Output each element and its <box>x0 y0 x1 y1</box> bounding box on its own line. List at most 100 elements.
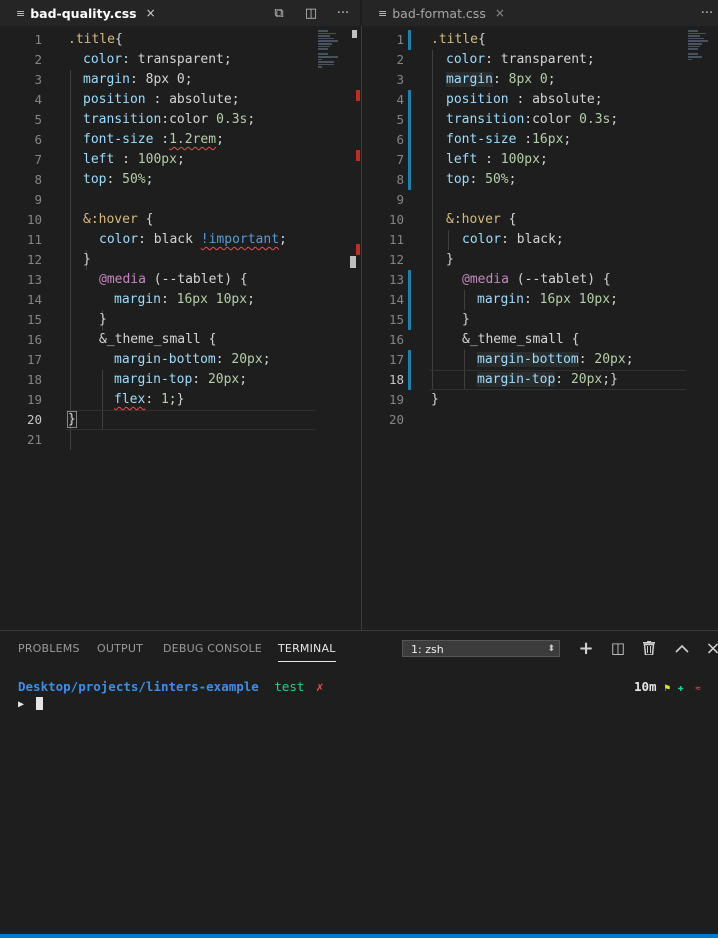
code-token: 50% <box>485 172 509 187</box>
line-number: 16 <box>388 332 404 347</box>
more-actions-icon[interactable]: ··· <box>334 4 352 22</box>
code-token: : <box>160 292 177 307</box>
code-token: : <box>477 152 501 167</box>
code-line-14: margin: 16px 10px; <box>114 290 255 310</box>
git-change-marker <box>408 270 411 330</box>
code-line-1: .title{ <box>431 30 486 50</box>
line-number: 21 <box>26 432 42 447</box>
code-token: position <box>446 92 509 107</box>
terminal-output[interactable]: Desktop/projects/linters-example test ✗ … <box>18 679 324 711</box>
indent-guide <box>464 290 465 310</box>
close-panel-icon[interactable]: × <box>704 638 718 659</box>
code-token: : absolute; <box>508 92 603 107</box>
line-number: 9 <box>34 192 42 207</box>
scrollbar-thumb[interactable] <box>352 30 357 38</box>
tab-terminal[interactable]: TERMINAL <box>278 642 336 662</box>
code-token: { <box>477 32 486 47</box>
terminal-dirty-mark: ✗ <box>316 679 324 694</box>
code-token: margin <box>446 72 493 87</box>
line-number: 1 <box>396 32 404 47</box>
line-number: 14 <box>26 292 42 307</box>
code-line-19: flex: 1;} <box>114 390 184 410</box>
split-terminal-icon[interactable]: ◫ <box>609 639 627 657</box>
line-number: 18 <box>388 372 404 387</box>
maximize-panel-icon[interactable] <box>673 639 691 657</box>
terminal-select-value: 1: zsh <box>411 643 444 656</box>
code-token: margin <box>477 292 524 307</box>
close-icon[interactable]: × <box>146 6 156 20</box>
close-icon[interactable]: × <box>495 6 505 20</box>
code-line-8: top: 50%; <box>83 170 153 190</box>
tab-bad-format[interactable]: ≡ bad-format.css × <box>378 0 505 26</box>
line-number: 8 <box>34 172 42 187</box>
code-token: } <box>431 392 439 407</box>
tab-label: bad-quality.css <box>30 5 137 21</box>
line-number: 18 <box>26 372 42 387</box>
code-token: margin-top <box>477 372 556 387</box>
split-editor-icon[interactable]: ◫ <box>302 4 320 22</box>
minimap[interactable] <box>318 30 342 70</box>
more-actions-icon[interactable]: ··· <box>698 4 716 22</box>
code-token: : <box>106 172 123 187</box>
code-token: :color <box>161 112 217 127</box>
bottom-panel: PROBLEMS OUTPUT DEBUG CONSOLE TERMINAL 1… <box>0 630 718 935</box>
code-token: : <box>555 372 571 387</box>
minimap[interactable] <box>688 30 712 70</box>
terminal-select[interactable]: 1: zsh ⬍ <box>402 640 560 657</box>
line-number: 12 <box>26 252 42 267</box>
git-change-marker <box>408 30 411 50</box>
tab-bad-quality[interactable]: ≡ bad-quality.css × <box>16 0 156 26</box>
code-line-1: .title{ <box>68 30 123 50</box>
code-token: top <box>83 172 107 187</box>
code-token: (--tablet) { <box>508 272 611 287</box>
code-token: 100px <box>500 152 540 167</box>
git-change-marker <box>408 350 411 390</box>
code-token: : black <box>138 232 201 247</box>
code-line-18: margin-top: 20px; <box>114 370 247 390</box>
code-line-17: margin-bottom: 20px; <box>114 350 271 370</box>
scrollbar-thumb[interactable] <box>350 256 356 268</box>
line-number: 20 <box>26 412 42 427</box>
code-token: { <box>500 212 517 227</box>
file-lines-icon: ≡ <box>16 6 26 20</box>
code-token: transition <box>83 112 162 127</box>
code-token: : <box>516 132 533 147</box>
left-editor[interactable]: 1 2 3 4 5 6 7 8 9 10 11 12 13 14 15 16 17 18 19 20 21 .title… <box>0 26 360 630</box>
tab-debug-console[interactable]: DEBUG CONSOLE <box>163 642 262 655</box>
code-token: ; <box>239 372 248 387</box>
open-changes-icon[interactable]: ⧉ <box>270 4 288 22</box>
code-token: : <box>215 352 232 367</box>
code-token: 20px <box>594 352 626 367</box>
new-terminal-icon[interactable]: + <box>577 638 595 659</box>
line-number: 10 <box>26 212 42 227</box>
code-token: top <box>446 172 470 187</box>
code-token: margin-top <box>114 372 193 387</box>
lint-error-token[interactable]: !important <box>201 232 279 247</box>
code-line-11: color: black; <box>462 230 564 250</box>
code-token: ; <box>563 132 572 147</box>
code-token: 1 <box>160 392 169 407</box>
code-token: font-size <box>446 132 517 147</box>
code-token: 16px 10px <box>539 292 611 307</box>
line-number: 20 <box>388 412 404 427</box>
plus-icon: ✚ <box>677 683 684 694</box>
line-number: 7 <box>396 152 404 167</box>
code-token: : black; <box>501 232 564 247</box>
line-number: 3 <box>34 72 42 87</box>
trash-icon[interactable] <box>640 639 658 657</box>
error-marker <box>356 244 360 255</box>
lint-error-token[interactable]: flex <box>114 392 145 407</box>
line-number: 15 <box>26 312 42 327</box>
line-number: 16 <box>26 332 42 347</box>
code-token: (--tablet) { <box>145 272 248 287</box>
tab-problems[interactable]: PROBLEMS <box>18 642 80 655</box>
code-token: ; <box>216 132 224 147</box>
code-token: { <box>200 332 217 347</box>
terminal-prompt-line: Desktop/projects/linters-example test ✗ <box>18 679 324 695</box>
tab-output[interactable]: OUTPUT <box>97 642 143 655</box>
code-line-15: } <box>99 310 107 330</box>
right-editor[interactable]: 1 2 3 4 5 6 7 8 9 10 11 12 13 14 15 16 17 18 19 20 .title{ … <box>362 26 718 630</box>
lint-error-token[interactable]: 1.2rem <box>169 132 216 147</box>
line-number: 19 <box>388 392 404 407</box>
code-token: } <box>462 312 470 327</box>
